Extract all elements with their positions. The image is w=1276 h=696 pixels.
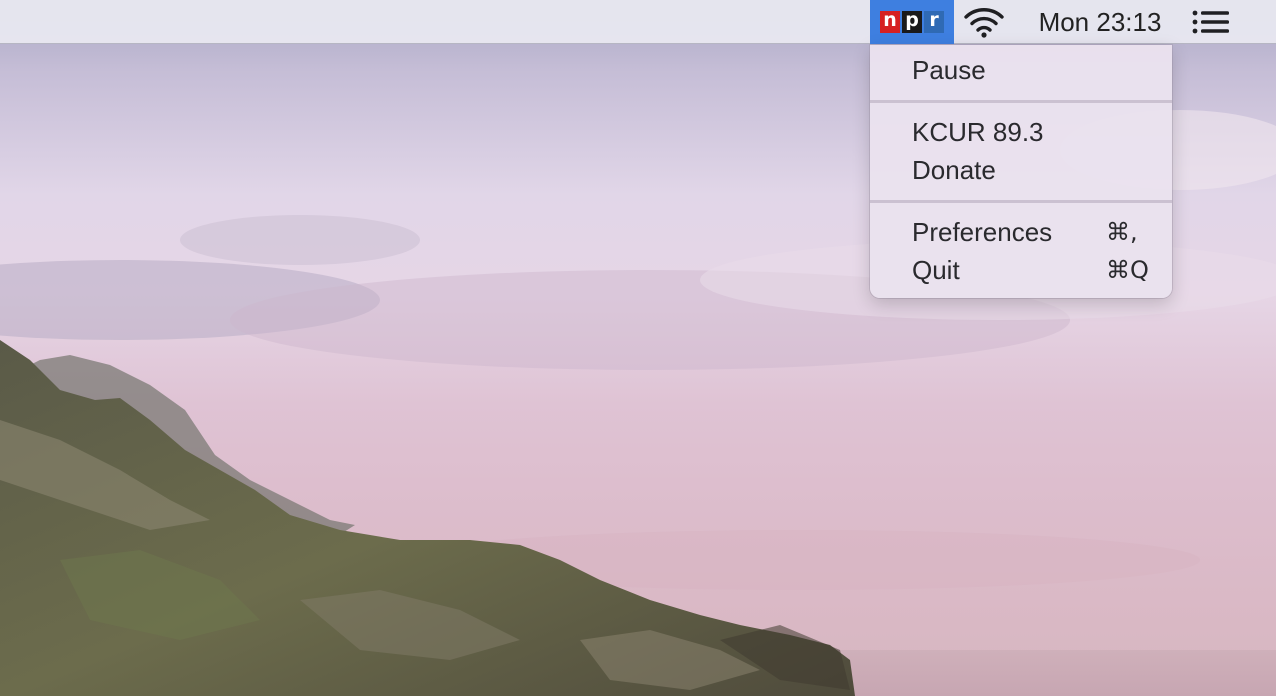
- npr-letter-p: p: [902, 11, 922, 33]
- menu-item-station-label: KCUR 89.3: [912, 116, 1044, 147]
- menu-item-quit[interactable]: Quit ⌘Q: [870, 251, 1172, 289]
- menu-separator: [870, 200, 1172, 203]
- menu-separator: [870, 100, 1172, 103]
- menu-item-pause[interactable]: Pause: [870, 51, 1172, 89]
- npr-letter-n: n: [880, 11, 900, 33]
- clock[interactable]: Mon 23:13: [1020, 0, 1180, 44]
- npr-logo-icon: n p r: [880, 11, 944, 33]
- menu-item-donate[interactable]: Donate: [870, 151, 1172, 189]
- menu-bar: n p r Mon 23:13: [0, 0, 1276, 44]
- preferences-shortcut: ⌘,: [1106, 218, 1138, 246]
- wifi-status-item[interactable]: [960, 0, 1008, 44]
- menu-item-quit-label: Quit: [912, 254, 960, 285]
- list-icon: [1192, 10, 1229, 34]
- menu-item-pause-label: Pause: [912, 54, 986, 85]
- npr-status-item[interactable]: n p r: [870, 0, 954, 44]
- wifi-icon: [964, 8, 1004, 38]
- menu-item-donate-label: Donate: [912, 154, 996, 185]
- quit-shortcut: ⌘Q: [1106, 256, 1149, 284]
- npr-dropdown-menu: Pause KCUR 89.3 Donate Preferences ⌘, Qu…: [870, 45, 1172, 298]
- npr-letter-r: r: [924, 11, 944, 33]
- notification-center-button[interactable]: [1186, 0, 1236, 44]
- menu-item-station[interactable]: KCUR 89.3: [870, 113, 1172, 151]
- menu-item-preferences-label: Preferences: [912, 216, 1053, 247]
- menu-item-preferences[interactable]: Preferences ⌘,: [870, 213, 1172, 251]
